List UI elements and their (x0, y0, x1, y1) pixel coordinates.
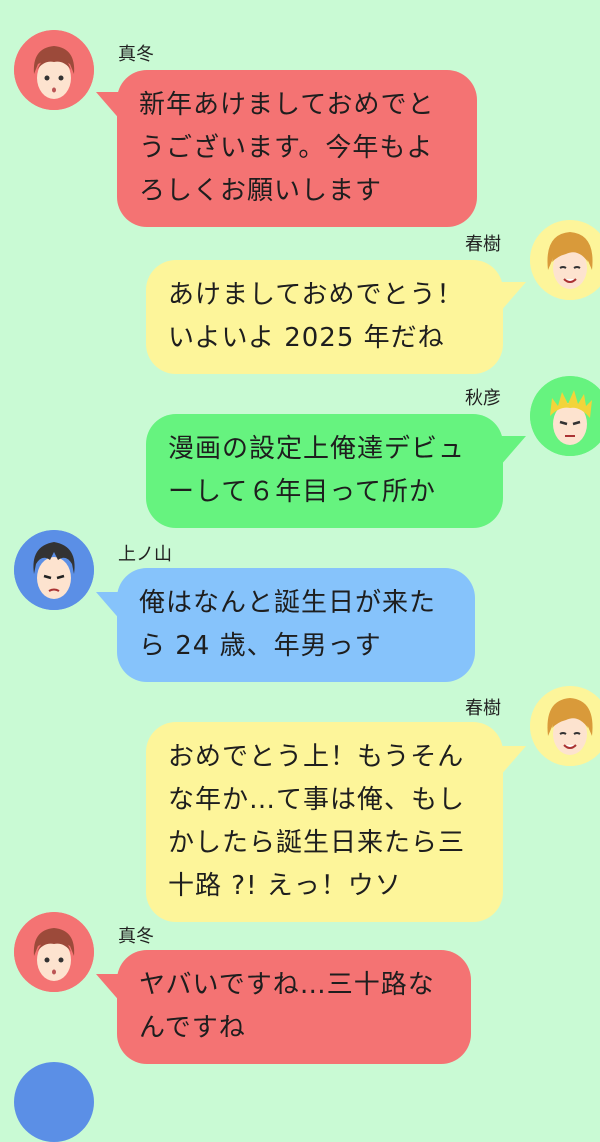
message-line: 十路 ?! えっ！ウソ (168, 871, 402, 901)
message-line: かしたら誕生日来たら三 (168, 828, 466, 858)
message-line: ーして６年目って所か (168, 477, 436, 507)
bubble-tail (500, 282, 526, 312)
speaker-name: 真冬 (118, 926, 154, 947)
uenoyama-avatar-icon[interactable] (14, 530, 94, 610)
message-line: おめでとう上！もうそん (168, 742, 465, 772)
mafuyu-avatar-icon[interactable] (14, 30, 94, 110)
message-bubble[interactable]: あけましておめでとう！ いよいよ 2025 年だね (146, 260, 503, 374)
message-bubble[interactable]: ヤバいですね…三十路な んですね (117, 950, 471, 1064)
haruki-avatar-icon[interactable] (530, 686, 600, 766)
message-bubble[interactable]: 新年あけましておめでと うございます。今年もよ ろしくお願いします (117, 70, 477, 227)
message-bubble[interactable]: 俺はなんと誕生日が来た ら 24 歳、年男っす (117, 568, 475, 682)
message-line: な年か…て事は俺、もし (168, 785, 466, 815)
speaker-name: 真冬 (118, 44, 154, 65)
speaker-name: 秋彦 (465, 388, 501, 409)
avatar-partial-icon (14, 1062, 94, 1142)
bubble-tail (500, 436, 526, 466)
message-line: ろしくお願いします (139, 176, 383, 206)
speaker-name: 春樹 (465, 698, 501, 719)
message-line: 新年あけましておめでと (139, 90, 435, 120)
message-line: んですね (139, 1013, 246, 1043)
mafuyu-avatar-icon[interactable] (14, 912, 94, 992)
message-bubble[interactable]: おめでとう上！もうそん な年か…て事は俺、もし かしたら誕生日来たら三 十路 ?… (146, 722, 503, 922)
message-bubble[interactable]: 漫画の設定上俺達デビュ ーして６年目って所か (146, 414, 503, 528)
message-line: うございます。今年もよ (139, 133, 434, 163)
speaker-name: 上ノ山 (118, 544, 172, 565)
speaker-name: 春樹 (465, 234, 501, 255)
message-line: いよいよ 2025 年だね (168, 323, 445, 353)
message-line: あけましておめでとう！ (168, 280, 464, 310)
akihiko-avatar-icon[interactable] (530, 376, 600, 456)
haruki-avatar-icon[interactable] (530, 220, 600, 300)
message-line: ヤバいですね…三十路な (139, 970, 435, 1000)
message-line: 漫画の設定上俺達デビュ (168, 434, 466, 464)
message-line: ら 24 歳、年男っす (139, 631, 382, 661)
message-line: 俺はなんと誕生日が来た (139, 588, 437, 618)
bubble-tail (500, 746, 526, 776)
